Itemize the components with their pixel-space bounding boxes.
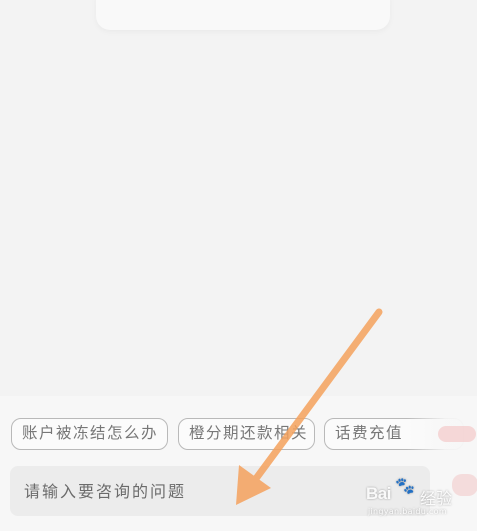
baidu-watermark: Bai 🐾 经验 jingyan.baidu.com [366,476,472,528]
annotation-arrow-icon [236,308,383,505]
watermark-brand: Bai [366,484,391,503]
watermark-brand-cn: 经验 [420,489,453,508]
paw-icon: 🐾 [395,476,415,495]
watermark-url: jingyan.baidu.com [368,507,447,516]
